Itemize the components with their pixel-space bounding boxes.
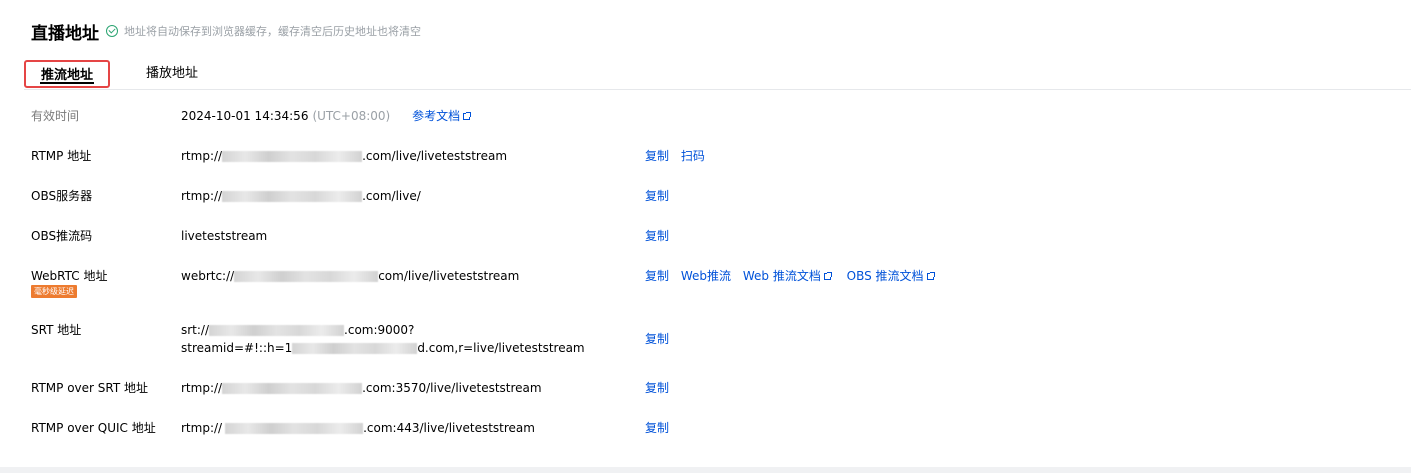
srt-streamid-suffix: d.com,r=live/liveteststream bbox=[417, 341, 585, 355]
srt-label: SRT 地址 bbox=[31, 323, 82, 337]
copy-button[interactable]: 复制 bbox=[645, 381, 669, 395]
page-title: 直播地址 bbox=[31, 23, 99, 44]
copy-button[interactable]: 复制 bbox=[645, 149, 669, 163]
web-push-button[interactable]: Web推流 bbox=[681, 269, 731, 283]
srt-url-prefix: srt:// bbox=[181, 323, 210, 337]
scan-qr-button[interactable]: 扫码 bbox=[681, 149, 705, 163]
webrtc-label: WebRTC 地址 bbox=[31, 269, 108, 283]
page-header: 直播地址 地址将自动保存到浏览器缓存，缓存清空后历史地址也将清空 bbox=[31, 19, 421, 44]
timezone-label: (UTC+08:00) bbox=[312, 109, 391, 123]
srt-url-line1: srt:// .com:9000? bbox=[181, 321, 414, 339]
rtmp-actions: 复制 扫码 bbox=[645, 147, 713, 164]
rtmp-over-srt-label: RTMP over SRT 地址 bbox=[31, 381, 149, 395]
redacted-domain bbox=[222, 383, 363, 394]
obs-server-prefix: rtmp:// bbox=[181, 189, 223, 203]
rtmp-label: RTMP 地址 bbox=[31, 149, 92, 163]
copy-button[interactable]: 复制 bbox=[645, 229, 669, 243]
obs-key-actions: 复制 bbox=[645, 227, 677, 244]
rtmp-over-quic-actions: 复制 bbox=[645, 419, 677, 436]
rtmp-over-quic-url: rtmp:// .com:443/live/liveteststream bbox=[181, 419, 535, 437]
rtmp-over-srt-prefix: rtmp:// bbox=[181, 381, 223, 395]
tab-play-url[interactable]: 播放地址 bbox=[137, 60, 207, 88]
rtmp-over-quic-suffix: .com:443/live/liveteststream bbox=[363, 421, 535, 435]
redacted-domain bbox=[225, 423, 364, 434]
expire-value: 2024-10-01 14:34:56 (UTC+08:00) 参考文档 bbox=[181, 107, 478, 125]
obs-server-label: OBS服务器 bbox=[31, 189, 93, 203]
webrtc-url-suffix: com/live/liveteststream bbox=[378, 269, 520, 283]
expire-label: 有效时间 bbox=[31, 109, 80, 123]
obs-key-label: OBS推流码 bbox=[31, 229, 93, 243]
rtmp-over-srt-suffix: .com:3570/live/liveteststream bbox=[362, 381, 542, 395]
webrtc-actions: 复制 Web推流 Web 推流文档 OBS 推流文档 bbox=[645, 267, 942, 284]
redacted-domain bbox=[209, 325, 345, 336]
obs-server-actions: 复制 bbox=[645, 187, 677, 204]
copy-button[interactable]: 复制 bbox=[645, 421, 669, 435]
tab-divider bbox=[24, 89, 1411, 90]
redacted-domain bbox=[222, 151, 363, 162]
obs-server-url: rtmp:// .com/live/ bbox=[181, 187, 421, 205]
external-link-icon bbox=[926, 272, 935, 280]
redacted-domain bbox=[222, 191, 363, 202]
rtmp-over-srt-url: rtmp:// .com:3570/live/liveteststream bbox=[181, 379, 542, 397]
rtmp-url-prefix: rtmp:// bbox=[181, 149, 223, 163]
obs-key-value: liveteststream bbox=[181, 229, 268, 243]
rtmp-over-quic-label: RTMP over QUIC 地址 bbox=[31, 421, 156, 435]
cache-hint: 地址将自动保存到浏览器缓存，缓存清空后历史地址也将清空 bbox=[124, 25, 421, 38]
redacted-domain bbox=[234, 271, 379, 282]
rtmp-over-srt-actions: 复制 bbox=[645, 379, 677, 396]
tab-bar: 推流地址 播放地址 bbox=[24, 60, 1411, 90]
low-latency-badge: 毫秒级延迟 bbox=[31, 285, 77, 298]
check-circle-icon bbox=[106, 25, 118, 37]
web-push-doc-label: Web 推流文档 bbox=[742, 269, 821, 283]
external-link-icon bbox=[823, 272, 832, 280]
external-link-icon bbox=[463, 112, 472, 120]
expire-datetime: 2024-10-01 14:34:56 bbox=[181, 109, 309, 123]
rtmp-url-suffix: .com/live/liveteststream bbox=[362, 149, 508, 163]
tab-push-url[interactable]: 推流地址 bbox=[24, 60, 110, 88]
obs-push-doc-link[interactable]: OBS 推流文档 bbox=[846, 269, 935, 283]
copy-button[interactable]: 复制 bbox=[645, 189, 669, 203]
obs-push-doc-label: OBS 推流文档 bbox=[846, 269, 924, 283]
rtmp-url: rtmp:// .com/live/liveteststream bbox=[181, 147, 507, 165]
srt-url-line2: streamid=#!::h=1 d.com,r=live/liveteststr… bbox=[181, 339, 585, 357]
srt-actions: 复制 bbox=[645, 330, 677, 347]
copy-button[interactable]: 复制 bbox=[645, 332, 669, 346]
redacted-domain bbox=[292, 343, 418, 354]
obs-server-suffix: .com/live/ bbox=[362, 189, 421, 203]
srt-streamid-prefix: streamid=#!::h=1 bbox=[181, 341, 293, 355]
webrtc-url-prefix: webrtc:// bbox=[181, 269, 235, 283]
web-push-doc-link[interactable]: Web 推流文档 bbox=[742, 269, 832, 283]
copy-button[interactable]: 复制 bbox=[645, 269, 669, 283]
srt-url-suffix: .com:9000? bbox=[344, 323, 415, 337]
panel-bottom-border bbox=[0, 467, 1411, 473]
rtmp-over-quic-prefix: rtmp:// bbox=[181, 421, 223, 435]
webrtc-url: webrtc:// com/live/liveteststream bbox=[181, 267, 519, 285]
reference-doc-link[interactable]: 参考文档 bbox=[412, 109, 472, 123]
reference-doc-label: 参考文档 bbox=[412, 109, 461, 123]
